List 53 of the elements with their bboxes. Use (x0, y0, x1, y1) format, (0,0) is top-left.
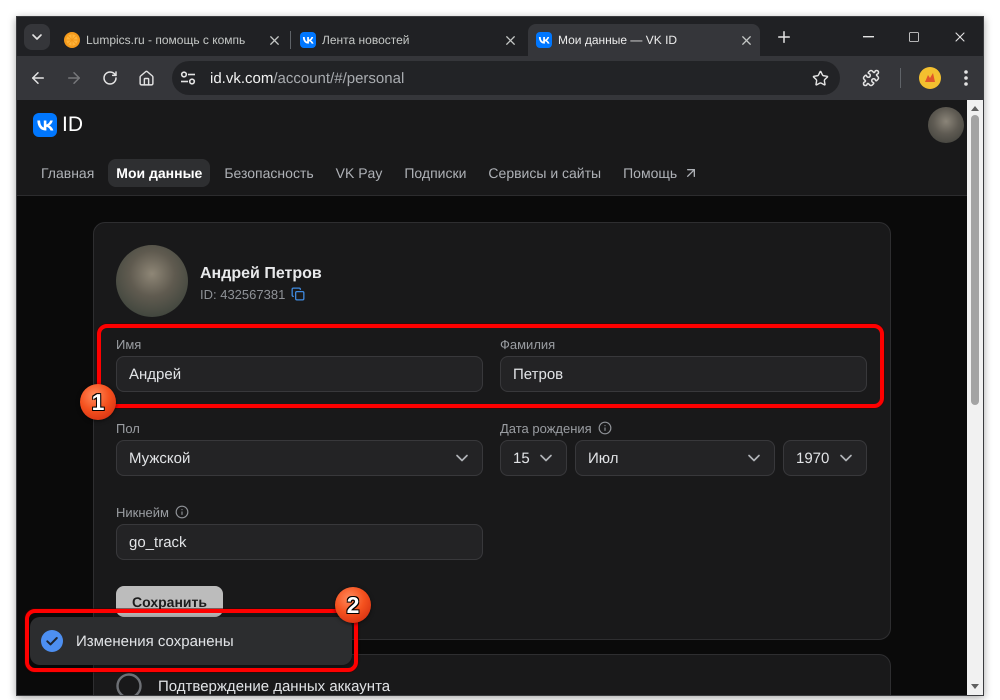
reload-icon (102, 70, 118, 86)
logo-icon (536, 32, 552, 48)
star-icon (812, 70, 828, 86)
citrus-icon (64, 32, 80, 48)
nav-tab[interactable]: Безопасность (216, 158, 322, 186)
tab-list-button[interactable] (24, 24, 50, 50)
select-field[interactable]: Мужской (116, 440, 483, 476)
puzzle-icon (862, 69, 880, 87)
field-label: Имя (116, 336, 142, 352)
nav-tab[interactable]: Сервисы и сайты (480, 158, 610, 186)
scroll-down-arrow-icon[interactable] (971, 684, 979, 689)
check-circle-icon (41, 630, 63, 652)
nav-tab[interactable]: Главная (33, 158, 102, 186)
address-bar[interactable]: id.vk.com/account/#/personal (172, 61, 840, 95)
field-label: Пол (116, 420, 140, 436)
profile-avatar-icon (919, 67, 941, 89)
minimize-icon (862, 36, 874, 38)
text-field[interactable]: Петров (500, 356, 867, 392)
scroll-up-arrow-icon[interactable] (971, 106, 979, 111)
scrollbar-thumb[interactable] (971, 115, 979, 405)
browser-tab[interactable]: Lumpics.ru - помощь с компь (56, 24, 288, 56)
nav-tab[interactable]: Подписки (396, 158, 474, 186)
nav-tab[interactable]: Мои данные (108, 158, 210, 186)
maximize-icon (908, 30, 920, 42)
profile-name: Андрей Петров (200, 264, 322, 282)
logo-icon (33, 113, 57, 137)
card-title: Подтверждение данных аккаунта (158, 678, 390, 694)
browser-tab[interactable]: Мои данные — VK ID (528, 24, 760, 56)
text-field[interactable]: Андрей (116, 356, 483, 392)
info-icon[interactable] (598, 421, 612, 435)
browser-tab[interactable]: Лента новостей (292, 24, 524, 56)
logo-text: ID (62, 113, 83, 137)
copy-icon[interactable] (291, 287, 306, 301)
logo-icon (300, 32, 316, 48)
step-badge: 1 (80, 384, 116, 420)
info-icon[interactable] (174, 505, 189, 519)
select-field[interactable]: Июл (575, 440, 775, 476)
profile-id: ID: 432567381 (200, 286, 286, 302)
select-field[interactable]: 15 (500, 440, 567, 476)
avatar-image[interactable] (928, 107, 964, 143)
field-label: Фамилия (500, 336, 556, 352)
toast-message: Изменения сохранены (76, 632, 234, 650)
nav-tab[interactable]: Помощь (615, 158, 708, 186)
text-field[interactable]: go_track (116, 524, 483, 560)
site-settings-icon (180, 71, 196, 85)
menu-icon (964, 70, 968, 86)
home-icon (138, 70, 154, 86)
forward-arrow-icon (65, 69, 83, 87)
select-field[interactable]: 1970 (783, 440, 867, 476)
nav-tab[interactable]: VK Pay (328, 158, 390, 186)
field-label: Дата рождения (500, 420, 592, 436)
field-label: Никнейм (116, 504, 169, 520)
scrollbar[interactable] (967, 100, 983, 695)
